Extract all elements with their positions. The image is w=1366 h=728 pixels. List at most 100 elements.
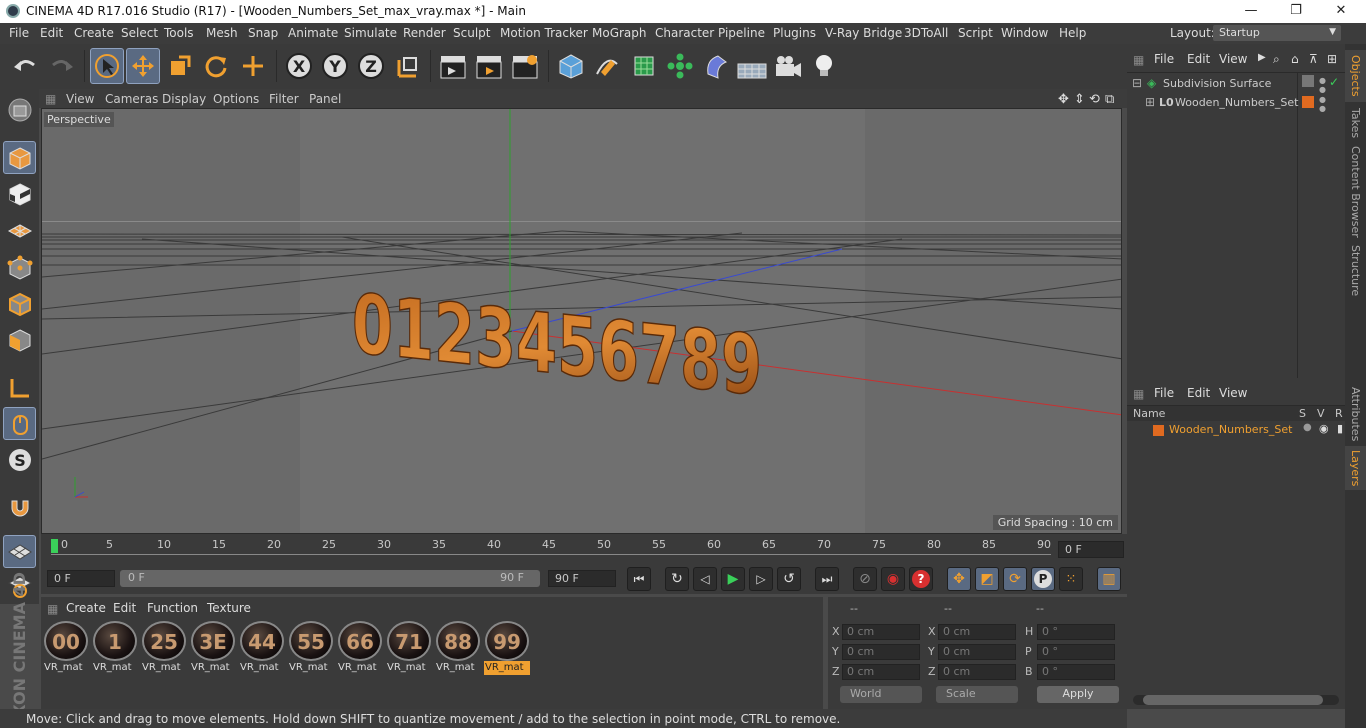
coord-space-select[interactable]: World: [840, 686, 922, 703]
material-swatch[interactable]: 25 VR_mat: [141, 621, 187, 677]
viewport-menu-view[interactable]: View: [66, 92, 94, 106]
material-swatch-selected[interactable]: 99 VR_mat: [484, 621, 530, 677]
menu-create[interactable]: Create: [74, 26, 114, 40]
object-name[interactable]: Subdivision Surface: [1163, 77, 1271, 90]
objects-menu-file[interactable]: File: [1154, 52, 1174, 66]
viewport-menu-cameras[interactable]: Cameras: [105, 92, 158, 106]
menu-character[interactable]: Character: [655, 26, 714, 40]
material-swatch[interactable]: 55 VR_mat: [288, 621, 334, 677]
spline-pen-button[interactable]: [590, 48, 624, 84]
arrow-right-icon[interactable]: ▶: [1258, 52, 1266, 63]
perspective-viewport[interactable]: 0123456789 Perspective Grid Spacing : 10…: [41, 108, 1122, 534]
menu-vray-bridge[interactable]: V-Ray Bridge: [825, 26, 902, 40]
tweak-mode-button[interactable]: [3, 407, 36, 440]
x-axis-lock-button[interactable]: X: [282, 48, 316, 84]
grid-snap-button[interactable]: [3, 535, 36, 568]
material-swatch[interactable]: 66 VR_mat: [337, 621, 383, 677]
viewport-menu-filter[interactable]: Filter: [269, 92, 299, 106]
toggle-view-icon[interactable]: ⧉: [1105, 92, 1114, 107]
material-menu-function[interactable]: Function: [147, 601, 198, 615]
object-name[interactable]: Wooden_Numbers_Set: [1175, 96, 1298, 109]
key-scale-button[interactable]: ◩: [975, 567, 999, 591]
material-menu-texture[interactable]: Texture: [207, 601, 251, 615]
key-pla-button[interactable]: ⁙: [1059, 567, 1083, 591]
size-y-field[interactable]: 0 cm: [938, 644, 1016, 660]
point-mode-button[interactable]: [3, 251, 36, 284]
menu-select[interactable]: Select: [121, 26, 158, 40]
menu-simulate[interactable]: Simulate: [344, 26, 397, 40]
polygon-mode-button[interactable]: [3, 323, 36, 356]
material-swatch[interactable]: 88 VR_mat: [435, 621, 481, 677]
viewport-menu-panel[interactable]: Panel: [309, 92, 341, 106]
layers-scrollbar[interactable]: [1133, 695, 1339, 705]
menu-3dtoall[interactable]: 3DToAll: [904, 26, 948, 40]
menu-animate[interactable]: Animate: [288, 26, 338, 40]
tab-content-browser[interactable]: Content Browser: [1345, 144, 1366, 240]
menu-edit[interactable]: Edit: [40, 26, 63, 40]
size-x-field[interactable]: 0 cm: [938, 624, 1016, 640]
objects-menu-view[interactable]: View: [1219, 52, 1247, 66]
menu-mesh[interactable]: Mesh: [206, 26, 238, 40]
tab-objects[interactable]: Objects: [1345, 50, 1366, 102]
key-rotation-button[interactable]: ⟳: [1003, 567, 1027, 591]
subdivision-surface-button[interactable]: [627, 48, 661, 84]
pos-x-field[interactable]: 0 cm: [842, 624, 920, 640]
apply-button[interactable]: Apply: [1037, 686, 1119, 703]
layers-menu-file[interactable]: File: [1154, 386, 1174, 400]
cloner-button[interactable]: [663, 48, 697, 84]
recent-tool-button[interactable]: [236, 48, 270, 84]
menu-script[interactable]: Script: [958, 26, 993, 40]
current-frame-field[interactable]: 0 F: [1058, 541, 1124, 558]
scale-tool-button[interactable]: [163, 48, 197, 84]
tab-takes[interactable]: Takes: [1345, 104, 1366, 142]
pos-z-field[interactable]: 0 cm: [842, 664, 920, 680]
render-settings-button[interactable]: [508, 48, 542, 84]
material-menu-edit[interactable]: Edit: [113, 601, 136, 615]
redo-button[interactable]: [45, 48, 79, 84]
enable-axis-button[interactable]: [3, 371, 36, 404]
goto-start-button[interactable]: ⏮: [627, 567, 651, 591]
light-button[interactable]: [807, 48, 841, 84]
menu-tools[interactable]: Tools: [164, 26, 194, 40]
live-selection-button[interactable]: [90, 48, 124, 84]
prev-key-button[interactable]: ↻: [665, 567, 689, 591]
tree-row[interactable]: ⊟ ◈ Subdivision Surface ● ● ✓: [1127, 75, 1345, 94]
rot-h-field[interactable]: 0 °: [1037, 624, 1115, 640]
search-icon[interactable]: ⌕: [1273, 52, 1280, 67]
menu-render[interactable]: Render: [403, 26, 446, 40]
snap-button[interactable]: [3, 489, 36, 522]
viewport-menu-display[interactable]: Display: [162, 92, 206, 106]
timeline-ruler[interactable]: 0 5 10 15 20 25 30 35 40 45 50 55 60 65 …: [41, 534, 1127, 564]
material-swatch[interactable]: 1 VR_mat: [92, 621, 138, 677]
next-frame-button[interactable]: ▷: [749, 567, 773, 591]
layer-name[interactable]: Wooden_Numbers_Set: [1169, 423, 1292, 436]
layer-row[interactable]: Wooden_Numbers_Set ● ◉ ▮: [1127, 422, 1345, 440]
workplane-mode-button[interactable]: [3, 213, 36, 246]
zoom-view-icon[interactable]: ⇕: [1074, 92, 1085, 107]
render-picture-viewer-button[interactable]: [472, 48, 506, 84]
menu-window[interactable]: Window: [1001, 26, 1048, 40]
menu-mograph[interactable]: MoGraph: [592, 26, 647, 40]
menu-motion-tracker[interactable]: Motion Tracker: [500, 26, 588, 40]
home-icon[interactable]: ⌂: [1291, 52, 1299, 66]
key-parameter-button[interactable]: P: [1031, 567, 1055, 591]
prev-frame-button[interactable]: ◁: [693, 567, 717, 591]
cube-primitive-button[interactable]: [554, 48, 588, 84]
menu-help[interactable]: Help: [1059, 26, 1086, 40]
close-button[interactable]: ✕: [1318, 0, 1364, 23]
filter-icon[interactable]: ⊼: [1309, 52, 1318, 66]
viewport-menu-options[interactable]: Options: [213, 92, 259, 106]
tree-row[interactable]: ⊞ L0 Wooden_Numbers_Set ● ●: [1127, 94, 1345, 113]
size-z-field[interactable]: 0 cm: [938, 664, 1016, 680]
layout-select[interactable]: Startup ▼: [1213, 25, 1341, 41]
material-menu-create[interactable]: Create: [66, 601, 106, 615]
render-view-button[interactable]: [436, 48, 470, 84]
pos-y-field[interactable]: 0 cm: [842, 644, 920, 660]
menu-sculpt[interactable]: Sculpt: [453, 26, 490, 40]
camera-button[interactable]: [771, 48, 805, 84]
rotate-view-icon[interactable]: ⟲: [1089, 92, 1100, 107]
material-swatch[interactable]: 3E VR_mat: [190, 621, 236, 677]
objects-menu-edit[interactable]: Edit: [1187, 52, 1210, 66]
keyframe-selection-button[interactable]: ?: [909, 567, 933, 591]
record-keys-button[interactable]: ⊘: [853, 567, 877, 591]
